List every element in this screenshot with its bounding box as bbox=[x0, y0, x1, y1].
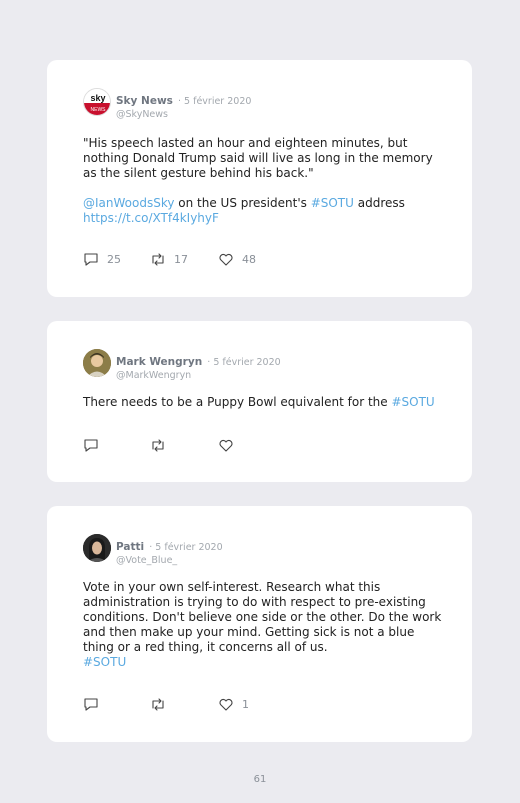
tweet-meta: Patti · 5 février 2020 @Vote_Blue_ bbox=[116, 541, 223, 566]
url-link[interactable]: https://t.co/XTf4kIyhyF bbox=[83, 211, 219, 225]
author-handle[interactable]: @MarkWengryn bbox=[116, 370, 281, 381]
tweet-text: There needs to be a Puppy Bowl equivalen… bbox=[83, 395, 443, 410]
tweet-text-part: Vote in your own self-interest. Research… bbox=[83, 580, 442, 654]
tweet-text-part: on the US president's bbox=[174, 196, 311, 210]
tweet-date[interactable]: 5 février 2020 bbox=[213, 357, 280, 368]
tweet-meta: Sky News · 5 février 2020 @SkyNews bbox=[116, 95, 252, 120]
reply-button[interactable]: 25 bbox=[83, 252, 121, 267]
reply-button[interactable] bbox=[83, 438, 107, 453]
retweet-icon bbox=[152, 253, 164, 266]
like-button[interactable] bbox=[218, 438, 242, 453]
tweet-meta: Mark Wengryn · 5 février 2020 @MarkWengr… bbox=[116, 356, 281, 381]
tweet-card: Mark Wengryn · 5 février 2020 @MarkWengr… bbox=[47, 321, 472, 482]
heart-icon bbox=[219, 253, 233, 266]
like-button[interactable]: 1 bbox=[218, 697, 249, 712]
author-handle[interactable]: @SkyNews bbox=[116, 109, 251, 120]
author-name[interactable]: Mark Wengryn bbox=[116, 356, 202, 368]
avatar[interactable] bbox=[83, 534, 111, 562]
reply-icon bbox=[84, 439, 98, 452]
reply-icon bbox=[84, 698, 98, 711]
tweet-card: Patti · 5 février 2020 @Vote_Blue_ Vote … bbox=[47, 506, 472, 742]
author-handle[interactable]: @Vote_Blue_ bbox=[116, 555, 223, 566]
avatar[interactable]: sky NEWS bbox=[83, 88, 111, 116]
profile-photo-icon bbox=[83, 534, 111, 562]
tweet-text: Vote in your own self-interest. Research… bbox=[83, 580, 443, 670]
hashtag-link[interactable]: #SOTU bbox=[391, 395, 434, 409]
retweet-icon bbox=[152, 698, 164, 711]
heart-icon bbox=[219, 439, 233, 452]
like-count: 48 bbox=[242, 253, 256, 266]
like-button[interactable]: 48 bbox=[218, 252, 256, 267]
reply-icon bbox=[84, 253, 98, 266]
tweet-text-part: There needs to be a Puppy Bowl equivalen… bbox=[83, 395, 392, 409]
tweet-line: @IanWoodsSky on the US president's #SOTU… bbox=[83, 196, 443, 211]
reply-count: 25 bbox=[107, 253, 121, 266]
tweet-quote: "His speech lasted an hour and eighteen … bbox=[83, 136, 433, 180]
author-name[interactable]: Sky News bbox=[116, 95, 173, 107]
hashtag-link[interactable]: #SOTU bbox=[311, 196, 354, 210]
author-name[interactable]: Patti bbox=[116, 541, 144, 553]
svg-text:NEWS: NEWS bbox=[91, 107, 107, 113]
retweet-button[interactable] bbox=[150, 697, 174, 712]
avatar[interactable] bbox=[83, 349, 111, 377]
sky-news-logo-icon: sky NEWS bbox=[84, 89, 110, 115]
tweet-text-part: address bbox=[353, 196, 405, 210]
tweet-date[interactable]: 5 février 2020 bbox=[184, 96, 251, 107]
tweet-card: sky NEWS Sky News · 5 février 2020 @SkyN… bbox=[47, 60, 472, 297]
retweet-icon bbox=[152, 439, 164, 452]
heart-icon bbox=[219, 698, 233, 711]
tweet-date[interactable]: 5 février 2020 bbox=[155, 542, 222, 553]
retweet-button[interactable] bbox=[150, 438, 174, 453]
retweet-count: 17 bbox=[174, 253, 188, 266]
mention-link[interactable]: @IanWoodsSky bbox=[83, 196, 174, 210]
profile-photo-icon bbox=[83, 349, 111, 377]
like-count: 1 bbox=[242, 698, 249, 711]
reply-button[interactable] bbox=[83, 697, 107, 712]
retweet-button[interactable]: 17 bbox=[150, 252, 188, 267]
svg-text:sky: sky bbox=[90, 93, 105, 103]
page-number: 61 bbox=[253, 774, 267, 785]
tweet-text: "His speech lasted an hour and eighteen … bbox=[83, 136, 443, 226]
hashtag-link[interactable]: #SOTU bbox=[83, 655, 126, 669]
